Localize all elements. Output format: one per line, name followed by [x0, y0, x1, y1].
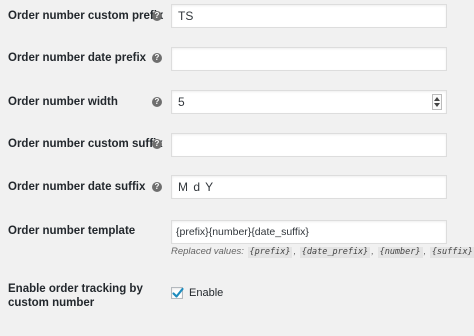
- template-description: Replaced values: {prefix}, {date_prefix}…: [171, 246, 474, 258]
- width-label: Order number width: [8, 96, 118, 108]
- help-question-icon[interactable]: ?: [152, 139, 162, 149]
- number-stepper-icon[interactable]: [432, 94, 442, 110]
- code-suffix: {suffix}: [429, 247, 474, 258]
- template-input[interactable]: {prefix}{number}{date_suffix}: [171, 220, 447, 244]
- help-question-icon[interactable]: ?: [152, 53, 162, 63]
- stepper-up-icon[interactable]: [434, 97, 440, 101]
- tracking-label-line1: Enable order tracking by: [8, 283, 143, 295]
- code-separator: ,: [293, 246, 297, 257]
- date-suffix-label: Order number date suffix: [8, 181, 146, 193]
- width-value: 5: [178, 95, 185, 109]
- custom-prefix-input[interactable]: TS: [171, 4, 447, 28]
- tracking-checkbox-label[interactable]: Enable: [189, 287, 223, 300]
- date-prefix-label: Order number date prefix: [8, 52, 147, 64]
- checkmark-icon: [172, 287, 184, 298]
- help-question-icon[interactable]: ?: [152, 11, 162, 21]
- stepper-down-icon[interactable]: [434, 103, 440, 107]
- code-date-prefix: {date_prefix}: [299, 247, 371, 258]
- code-prefix: {prefix}: [247, 247, 293, 258]
- code-number: {number}: [377, 247, 423, 258]
- help-question-icon[interactable]: ?: [152, 97, 162, 107]
- date-prefix-input[interactable]: [171, 47, 447, 71]
- template-label: Order number template: [8, 225, 136, 237]
- tracking-label-line2: custom number: [8, 297, 95, 309]
- custom-suffix-input[interactable]: [171, 133, 447, 157]
- date-suffix-input[interactable]: M d Y: [171, 175, 447, 199]
- custom-suffix-label: Order number custom suffix: [8, 138, 163, 150]
- tracking-checkbox[interactable]: [171, 287, 184, 299]
- code-separator: ,: [423, 246, 427, 257]
- width-number-input[interactable]: 5: [171, 90, 447, 114]
- help-question-icon[interactable]: ?: [152, 182, 162, 192]
- custom-prefix-label: Order number custom prefix: [8, 10, 164, 22]
- replaced-values-text: Replaced values:: [171, 246, 244, 257]
- code-separator: ,: [371, 246, 374, 257]
